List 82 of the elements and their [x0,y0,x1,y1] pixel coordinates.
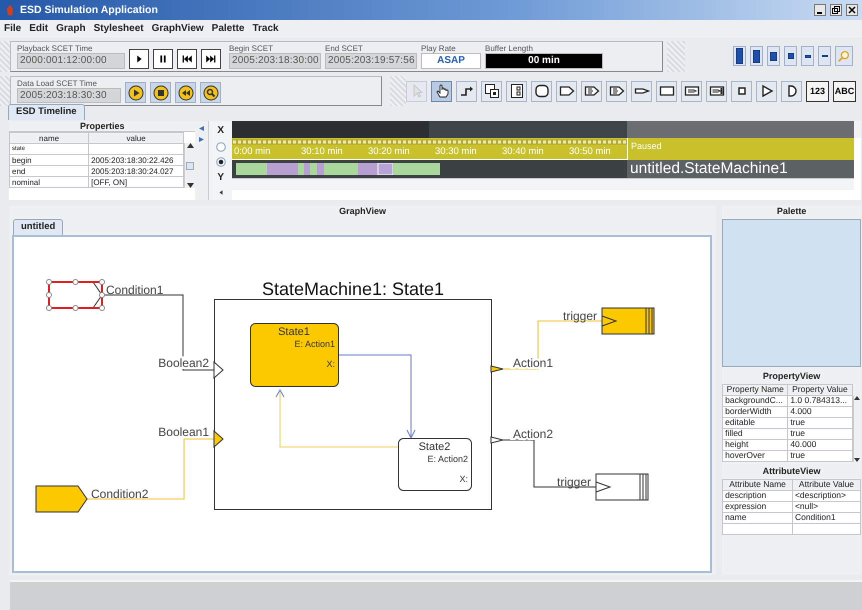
table-cell: 40.000 [788,440,852,450]
menu-item[interactable]: Stylesheet [94,22,144,34]
menu-item[interactable]: GraphView [152,22,204,34]
table-cell: 2005:203:18:30:24.027 [88,166,184,177]
table-cell: name [722,512,792,524]
table-cell: backgroundC... [722,396,788,406]
table-cell: filled [722,428,788,440]
entry-action: E: Action1 [294,338,335,349]
tick-label: 30:40 min [502,146,544,158]
table-cell: editable [722,418,788,428]
dropdown-field[interactable]: ASAP [421,53,481,69]
table-cell: 1.0 0.784313... [788,396,852,406]
table-cell: <null> [792,502,860,512]
tick-label: 30:50 min [569,146,611,158]
column-header: value [88,132,184,144]
exit-action: X: [326,358,335,369]
table-cell: end [10,166,89,177]
state-name: State1 [278,326,310,338]
menu-item[interactable]: Track [252,22,279,34]
table-cell: [OFF, ON] [88,176,184,188]
table-cell: description [722,490,792,502]
menu-item[interactable]: File [4,22,22,34]
window-title: ESD Simulation Application [20,4,159,16]
status-label: Paused [627,138,854,160]
panel-title: GraphView [338,206,388,218]
field-label: Buffer Length [485,44,534,54]
table-cell: true [788,428,852,440]
panel-title: AttributeView [762,466,822,478]
table-cell: hoverOver [722,450,788,462]
state-name: State2 [418,440,450,453]
axis-label: Y [217,172,224,184]
tick-label: 30:20 min [368,146,410,158]
table-cell: borderWidth [722,406,788,418]
field-label: Play Rate [421,44,457,54]
table-cell: expression [722,502,792,512]
trigger-label: trigger [562,308,597,323]
menu-item[interactable]: Graph [56,22,86,34]
text-tool-button[interactable]: 123 [806,80,829,102]
condition-label: Condition1 [106,282,164,297]
entry-action: E: Action2 [427,454,468,464]
text-tool-button[interactable]: ABC [833,80,856,102]
column-header: name [10,132,89,144]
exit-action: X: [459,474,468,484]
table-cell: 2005:203:18:30:22.426 [88,154,184,166]
table-cell: Condition1 [792,512,860,524]
time-field[interactable]: 2005:203:18:30:00 [229,53,321,69]
tick-label: 0:00 min [234,146,270,158]
time-field[interactable]: 2005:203:18:30:30 [17,88,121,104]
time-field[interactable]: 2000:001:12:00:00 [17,53,125,69]
trigger-label: trigger [556,474,591,489]
table-cell: 4.000 [788,406,852,418]
field-label: End SCET [325,44,364,54]
panel-title: PropertyView [762,371,822,383]
time-field[interactable]: 2005:203:19:57:56 [325,53,417,69]
field-label: Playback SCET Time [17,44,94,54]
tab[interactable]: untitled [13,219,64,235]
tick-label: 30:10 min [301,146,343,158]
port-label: Boolean1 [158,424,209,439]
panel-title: Properties [9,120,196,132]
table-cell: nominal [10,176,89,188]
column-header: Attribute Value [792,480,860,490]
table-cell: true [788,418,852,428]
condition-label: Condition2 [91,486,148,501]
value-display[interactable]: 00 min [485,53,603,69]
field-label: Begin SCET [229,44,274,54]
tab[interactable]: ESD Timeline [8,104,85,120]
column-header: Attribute Name [722,480,792,490]
column-header: Property Value [788,384,852,396]
port-label: Action2 [513,426,554,441]
field-label: Data Load SCET Time [17,78,98,88]
machine-title: StateMachine1: State1 [262,278,444,299]
table-cell: true [788,450,852,462]
axis-label: X [217,124,224,136]
table-cell: begin [10,154,89,166]
menu-item[interactable]: Edit [29,22,48,34]
tick-label: 30:30 min [435,146,477,158]
menu-item[interactable]: Palette [212,22,244,34]
track-name: untitled.StateMachine1 [627,160,854,178]
table-cell: <description> [792,490,860,502]
table-cell: height [722,440,788,450]
panel-title: Palette [776,206,808,218]
column-header: Property Name [722,384,788,396]
